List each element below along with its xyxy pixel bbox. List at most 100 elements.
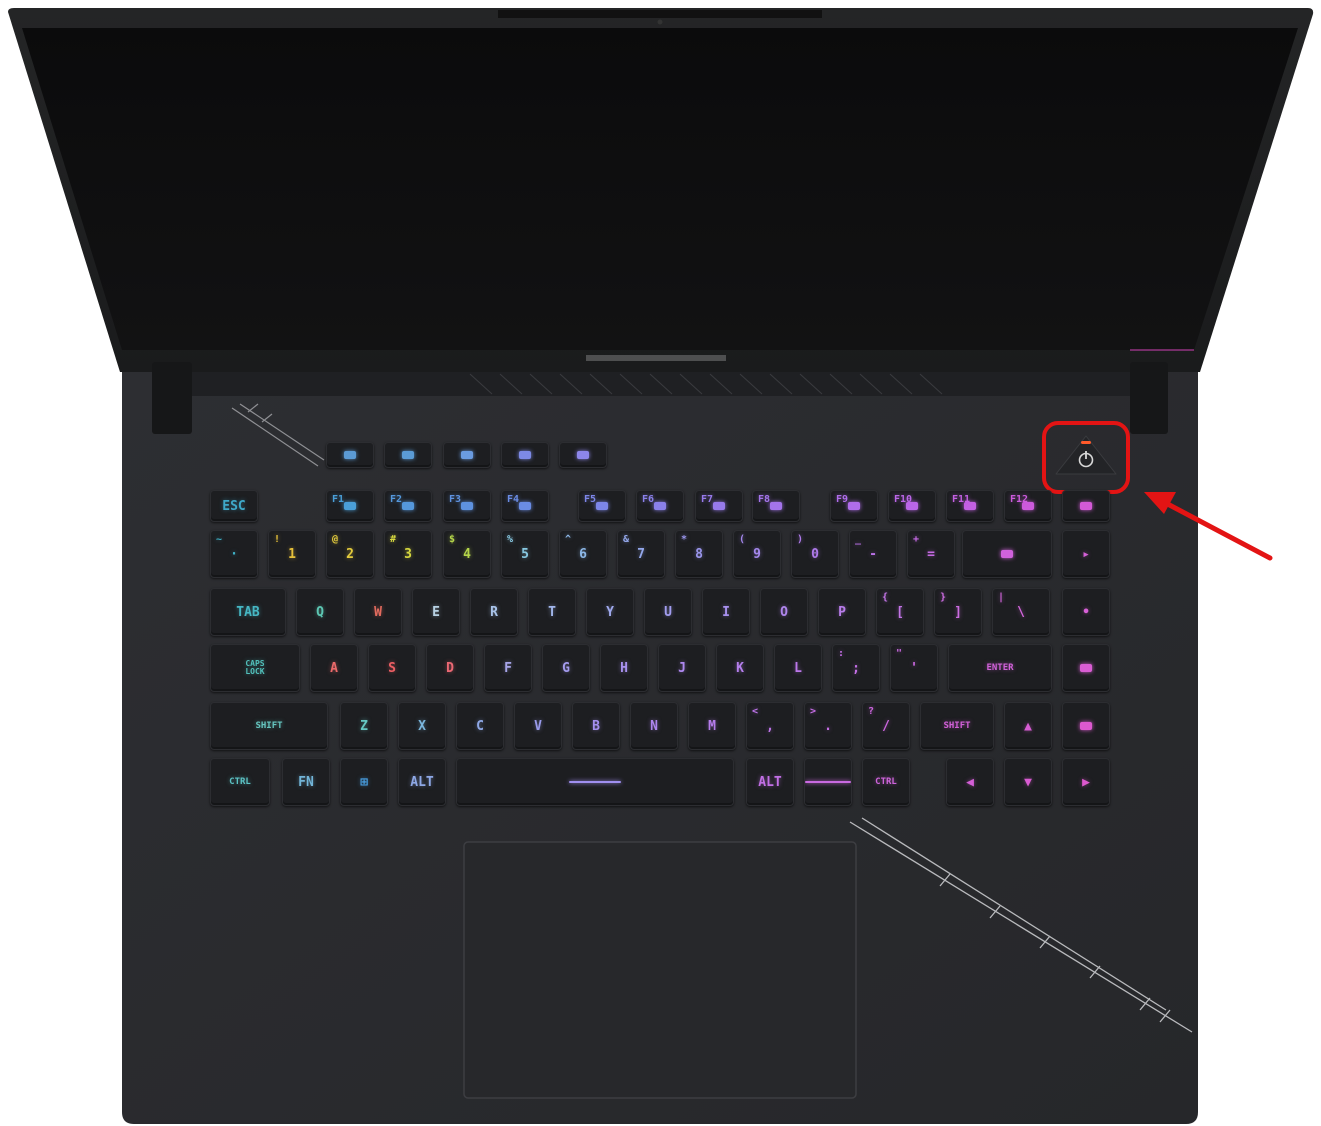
keyboard-key[interactable]: _ - (849, 530, 897, 578)
keyboard-key[interactable] (1062, 490, 1110, 522)
keyboard-key[interactable]: F7 (695, 490, 743, 522)
key-secondary-legend: % (507, 534, 514, 545)
keyboard-key[interactable] (559, 442, 607, 468)
keyboard-key[interactable]: + = (907, 530, 955, 578)
keyboard-key[interactable]: I (702, 588, 750, 636)
keyboard-key[interactable]: F (484, 644, 532, 692)
keyboard-key[interactable]: Z (340, 702, 388, 750)
keyboard-key[interactable]: U (644, 588, 692, 636)
keyboard-key[interactable]: ▶ (1062, 758, 1110, 806)
keyboard-key[interactable]: SHIFT (920, 702, 994, 750)
keyboard-key[interactable]: F9 (830, 490, 878, 522)
keyboard-key[interactable] (501, 442, 549, 468)
key-legend: , (766, 718, 774, 734)
left-hinge (152, 362, 192, 434)
keyboard-key[interactable]: FN (282, 758, 330, 806)
keyboard-key[interactable]: T (528, 588, 576, 636)
keyboard-key[interactable]: R (470, 588, 518, 636)
keyboard-key[interactable]: F11 (946, 490, 994, 522)
keyboard-key[interactable]: % 5 (501, 530, 549, 578)
keyboard-key[interactable]: B (572, 702, 620, 750)
keyboard-key[interactable]: K (716, 644, 764, 692)
key-legend: P (838, 604, 846, 620)
keyboard-key[interactable]: H (600, 644, 648, 692)
keyboard-key[interactable]: <, (746, 702, 794, 750)
keyboard-key[interactable]: F10 (888, 490, 936, 522)
keyboard-key[interactable]: ENTER (948, 644, 1052, 692)
keyboard-key[interactable]: • (1062, 588, 1110, 636)
keyboard-key[interactable]: F8 (752, 490, 800, 522)
keyboard-key[interactable]: F4 (501, 490, 549, 522)
key-legend: ▼ (1024, 774, 1032, 790)
keyboard-key[interactable] (804, 758, 852, 806)
keyboard-key[interactable]: C (456, 702, 504, 750)
keyboard-key[interactable]: * 8 (675, 530, 723, 578)
keyboard-key[interactable]: F12 (1004, 490, 1052, 522)
keyboard-key[interactable]: (9 (733, 530, 781, 578)
keyboard-key[interactable]: N (630, 702, 678, 750)
keyboard-key[interactable]: SHIFT (210, 702, 328, 750)
keyboard-key[interactable] (962, 530, 1052, 578)
keyboard-key[interactable]: ▲ (1004, 702, 1052, 750)
keyboard-key[interactable]: P (818, 588, 866, 636)
keyboard-key[interactable]: ⊞ (340, 758, 388, 806)
key-secondary-legend: F12 (1010, 494, 1029, 505)
keyboard-key[interactable]: F2 (384, 490, 432, 522)
keyboard-key[interactable]: D (426, 644, 474, 692)
keyboard-key[interactable]: >. (804, 702, 852, 750)
keyboard-key[interactable]: | \ (992, 588, 1050, 636)
keyboard-key[interactable]: F5 (578, 490, 626, 522)
key-secondary-legend: + (913, 534, 920, 545)
keyboard-key[interactable]: X (398, 702, 446, 750)
keyboard-key[interactable]: ▸ (1062, 530, 1110, 578)
keyboard-key[interactable]: CTRL (862, 758, 910, 806)
keyboard-key[interactable] (456, 758, 734, 806)
keyboard-key[interactable]: F3 (443, 490, 491, 522)
keyboard-key[interactable] (1062, 644, 1110, 692)
keyboard-key[interactable]: ! 1 (268, 530, 316, 578)
keyboard-key[interactable]: Y (586, 588, 634, 636)
keyboard-key[interactable]: ▼ (1004, 758, 1052, 806)
key-legend: Z (360, 718, 368, 734)
key-legend: CTRL (875, 776, 897, 787)
keyboard-key[interactable]: ALT (398, 758, 446, 806)
keyboard-key[interactable]: @2 (326, 530, 374, 578)
keyboard-key[interactable]: Q (296, 588, 344, 636)
keyboard-key[interactable] (326, 442, 374, 468)
keyboard-key[interactable]: G (542, 644, 590, 692)
keyboard-key[interactable]: CAPS LOCK (210, 644, 300, 692)
keyboard-key[interactable]: ◀ (946, 758, 994, 806)
keyboard-key[interactable]: & 7 (617, 530, 665, 578)
keyboard-key[interactable]: $4 (443, 530, 491, 578)
keyboard-key[interactable]: ~ · (210, 530, 258, 578)
keyboard-key[interactable]: " ' (890, 644, 938, 692)
key-secondary-legend: F8 (758, 494, 771, 505)
keyboard-key[interactable]: ESC (210, 490, 258, 522)
keyboard-key[interactable]: ALT (746, 758, 794, 806)
keyboard-key[interactable]: S (368, 644, 416, 692)
key-secondary-legend: ( (739, 534, 746, 545)
keyboard-key[interactable]: M (688, 702, 736, 750)
keyboard-key[interactable]: ^ 6 (559, 530, 607, 578)
keyboard-key[interactable]: ? / (862, 702, 910, 750)
keyboard-key[interactable]: :; (832, 644, 880, 692)
keyboard-key[interactable] (443, 442, 491, 468)
keyboard-key[interactable]: L (774, 644, 822, 692)
keyboard-key[interactable]: TAB (210, 588, 286, 636)
key-secondary-legend: F1 (332, 494, 345, 505)
keyboard-key[interactable]: ) 0 (791, 530, 839, 578)
keyboard-key[interactable] (384, 442, 432, 468)
keyboard-key[interactable]: #3 (384, 530, 432, 578)
keyboard-key[interactable]: J (658, 644, 706, 692)
keyboard-key[interactable]: F1 (326, 490, 374, 522)
keyboard-key[interactable]: E (412, 588, 460, 636)
keyboard-key[interactable]: V (514, 702, 562, 750)
keyboard-key[interactable]: A (310, 644, 358, 692)
keyboard-key[interactable]: }] (934, 588, 982, 636)
keyboard-key[interactable]: F6 (636, 490, 684, 522)
keyboard-key[interactable]: O (760, 588, 808, 636)
keyboard-key[interactable] (1062, 702, 1110, 750)
keyboard-key[interactable]: CTRL (210, 758, 270, 806)
keyboard-key[interactable]: {[ (876, 588, 924, 636)
keyboard-key[interactable]: W (354, 588, 402, 636)
